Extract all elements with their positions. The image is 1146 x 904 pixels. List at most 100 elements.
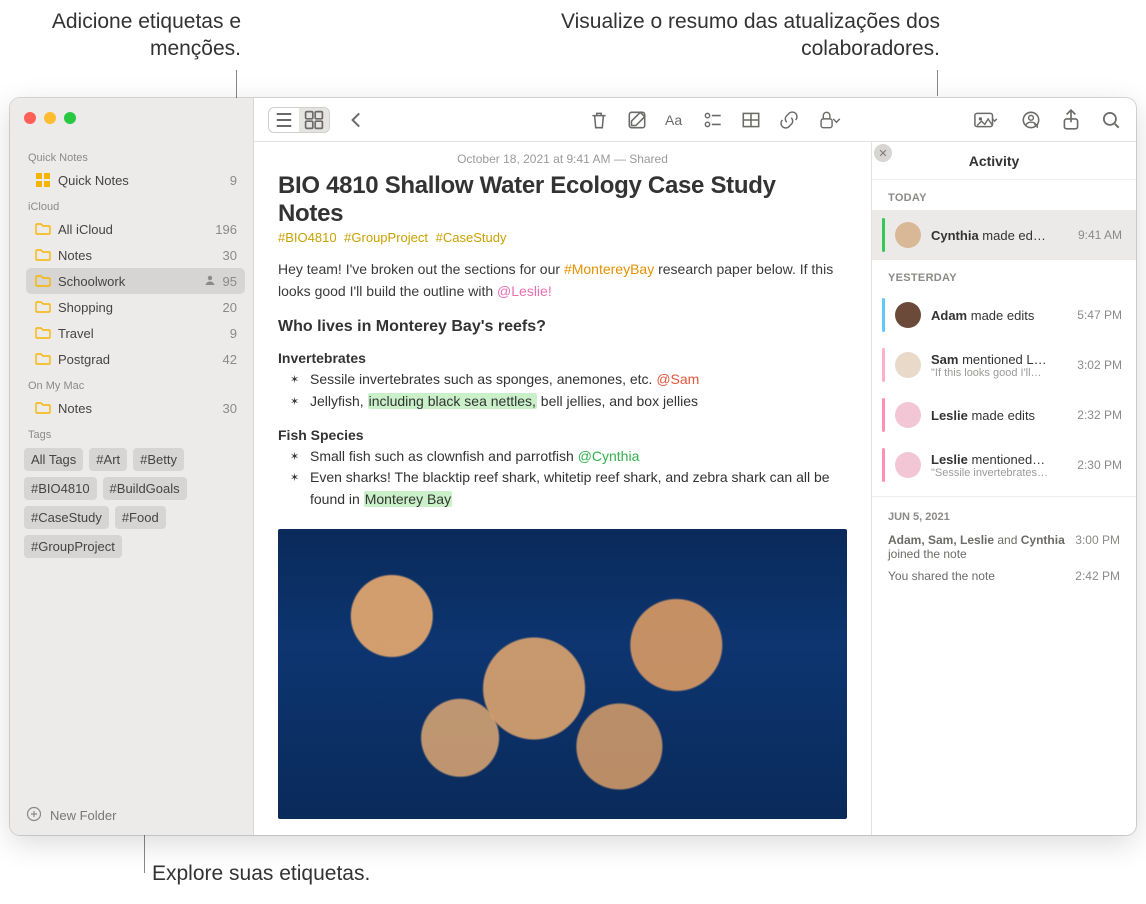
- notes-app-window: Quick Notes Quick Notes 9 iCloud All iCl…: [10, 98, 1136, 835]
- folder-icon: [34, 399, 52, 417]
- activity-group-head: YESTERDAY: [872, 260, 1136, 290]
- activity-color-bar: [882, 398, 885, 432]
- tag-chip[interactable]: #CaseStudy: [436, 230, 507, 245]
- sidebar-item-count: 20: [223, 300, 237, 315]
- tag-pill[interactable]: #GroupProject: [24, 535, 122, 558]
- minimize-window-button[interactable]: [44, 112, 56, 124]
- activity-text: Cynthia made ed…: [931, 228, 1068, 243]
- bullet-item: Sessile invertebrates such as sponges, a…: [306, 369, 847, 391]
- mention[interactable]: @Cynthia: [578, 448, 640, 464]
- sidebar-item-all-icloud[interactable]: All iCloud 196: [26, 216, 245, 242]
- activity-item[interactable]: Sam mentioned L… "If this looks good I'l…: [872, 340, 1136, 390]
- activity-time: 3:00 PM: [1075, 533, 1120, 561]
- checklist-button[interactable]: [702, 109, 724, 131]
- avatar: [895, 452, 921, 478]
- zoom-window-button[interactable]: [64, 112, 76, 124]
- avatar: [895, 302, 921, 328]
- gallery-view-button[interactable]: [299, 108, 329, 132]
- activity-time: 5:47 PM: [1077, 308, 1122, 322]
- activity-time: 2:30 PM: [1077, 458, 1122, 472]
- sidebar-item-label: Quick Notes: [58, 173, 230, 188]
- shared-icon: [203, 273, 217, 290]
- collaborate-button[interactable]: [1020, 109, 1042, 131]
- sidebar-item-count: 9: [230, 326, 237, 341]
- hashtag[interactable]: #MontereyBay: [564, 261, 654, 277]
- mention[interactable]: @Leslie!: [497, 283, 552, 299]
- compose-button[interactable]: [626, 109, 648, 131]
- note-tags: #BIO4810 #GroupProject #CaseStudy: [278, 230, 847, 245]
- sidebar-item-quick-notes[interactable]: Quick Notes 9: [26, 167, 245, 193]
- tag-pill[interactable]: #Betty: [133, 448, 184, 471]
- sidebar-item-label: Postgrad: [58, 352, 223, 367]
- note-editor[interactable]: October 18, 2021 at 9:41 AM — Shared BIO…: [254, 142, 871, 835]
- activity-item[interactable]: Leslie made edits 2:32 PM: [872, 390, 1136, 440]
- activity-panel: Activity TODAY Cynthia made ed… 9:41 AM …: [872, 142, 1136, 835]
- table-button[interactable]: [740, 109, 762, 131]
- sidebar-section-head: On My Mac: [28, 380, 245, 392]
- activity-main-text: Adam made edits: [931, 308, 1067, 323]
- tag-pill[interactable]: All Tags: [24, 448, 83, 471]
- mention[interactable]: @Sam: [656, 371, 699, 387]
- tag-pill[interactable]: #BIO4810: [24, 477, 97, 500]
- back-button[interactable]: [346, 109, 368, 131]
- activity-item[interactable]: Leslie mentioned… "Sessile invertebrates…: [872, 440, 1136, 490]
- delete-button[interactable]: [588, 109, 610, 131]
- bullet-item: Small fish such as clownfish and parrotf…: [306, 446, 847, 468]
- activity-main-text: Leslie mentioned…: [931, 452, 1067, 467]
- media-button[interactable]: [972, 109, 1002, 131]
- sidebar-item-postgrad[interactable]: Postgrad 42: [26, 346, 245, 372]
- note-subheading: Fish Species: [278, 427, 847, 443]
- share-button[interactable]: [1060, 109, 1082, 131]
- avatar: [895, 222, 921, 248]
- tag-pill[interactable]: #Food: [115, 506, 166, 529]
- tag-pill[interactable]: #CaseStudy: [24, 506, 109, 529]
- bullet-item: Even sharks! The blacktip reef shark, wh…: [306, 467, 847, 510]
- activity-title: Activity: [886, 153, 1122, 169]
- sidebar: Quick Notes Quick Notes 9 iCloud All iCl…: [10, 98, 254, 835]
- callout-tags-mentions: Adicione etiquetas e menções.: [11, 8, 241, 63]
- activity-item[interactable]: Adam made edits 5:47 PM: [872, 290, 1136, 340]
- format-button[interactable]: Aa: [664, 109, 686, 131]
- sidebar-item-count: 9: [230, 173, 237, 188]
- sidebar-item-label: All iCloud: [58, 222, 215, 237]
- tag-pill[interactable]: #Art: [89, 448, 127, 471]
- note-subheading: Invertebrates: [278, 350, 847, 366]
- folder-icon: [34, 220, 52, 238]
- sidebar-item-notes[interactable]: Notes 30: [26, 242, 245, 268]
- sidebar-item-count: 196: [215, 222, 237, 237]
- content-row: October 18, 2021 at 9:41 AM — Shared BIO…: [254, 142, 1136, 835]
- link-button[interactable]: [778, 109, 800, 131]
- list-view-button[interactable]: [269, 108, 299, 132]
- text: Jellyfish,: [310, 393, 368, 409]
- lock-button[interactable]: [816, 109, 846, 131]
- note-paragraph: Hey team! I've broken out the sections f…: [278, 259, 847, 302]
- note-heading: Who lives in Monterey Bay's reefs?: [278, 318, 847, 336]
- sidebar-item-notes[interactable]: Notes 30: [26, 395, 245, 421]
- close-window-button[interactable]: [24, 112, 36, 124]
- activity-item[interactable]: Cynthia made ed… 9:41 AM: [872, 210, 1136, 260]
- sidebar-item-label: Travel: [58, 326, 230, 341]
- quick-notes-icon: [34, 171, 52, 189]
- search-button[interactable]: [1100, 109, 1122, 131]
- new-folder-button[interactable]: New Folder: [10, 796, 253, 835]
- activity-color-bar: [882, 448, 885, 482]
- highlight: including black sea nettles,: [368, 393, 537, 409]
- view-toggle: [268, 107, 330, 133]
- sidebar-item-label: Notes: [58, 401, 223, 416]
- sidebar-tags: All Tags #Art #Betty #BIO4810 #BuildGoals #Ca…: [10, 444, 253, 562]
- sidebar-item-count: 95: [223, 274, 237, 289]
- activity-text: Leslie mentioned… "Sessile invertebrates…: [931, 452, 1067, 479]
- sidebar-item-schoolwork[interactable]: Schoolwork 95: [26, 268, 245, 294]
- activity-plain-item: You shared the note2:42 PM: [872, 565, 1136, 587]
- tag-pill[interactable]: #BuildGoals: [103, 477, 187, 500]
- sidebar-item-travel[interactable]: Travel 9: [26, 320, 245, 346]
- close-activity-button[interactable]: ✕: [874, 144, 892, 162]
- note-title: BIO 4810 Shallow Water Ecology Case Stud…: [278, 172, 847, 228]
- sidebar-item-label: Notes: [58, 248, 223, 263]
- activity-header: Activity: [872, 142, 1136, 180]
- tag-chip[interactable]: #BIO4810: [278, 230, 337, 245]
- tag-chip[interactable]: #GroupProject: [344, 230, 428, 245]
- sidebar-folders: Quick Notes Quick Notes 9 iCloud All iCl…: [10, 138, 253, 421]
- sidebar-item-shopping[interactable]: Shopping 20: [26, 294, 245, 320]
- activity-time: 2:32 PM: [1077, 408, 1122, 422]
